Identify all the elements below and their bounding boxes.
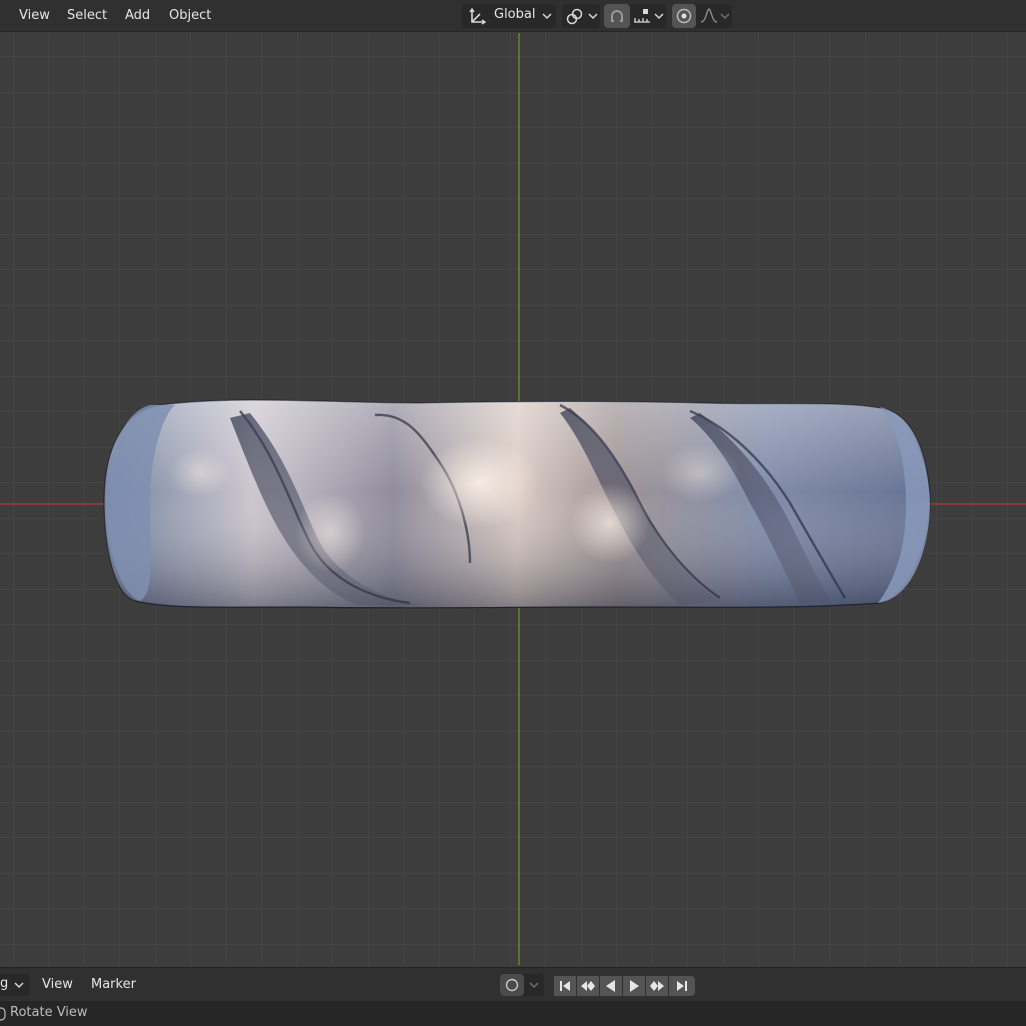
next-keyframe-icon[interactable] (646, 976, 668, 996)
menu-object[interactable]: Object (163, 5, 217, 27)
status-hint: Rotate View (10, 1005, 88, 1020)
chevron-down-icon (542, 8, 552, 24)
proportional-editing-toggle[interactable] (672, 4, 696, 28)
jump-end-icon[interactable] (669, 976, 695, 996)
chevron-down-icon (14, 977, 24, 993)
magnet-icon (608, 7, 626, 25)
status-bar: Rotate View (0, 1001, 1026, 1026)
timeline-menu-view[interactable]: View (36, 974, 79, 996)
snap-toggle[interactable] (604, 4, 630, 28)
menu-add[interactable]: Add (119, 5, 156, 27)
timeline-header: g View Marker (0, 967, 1026, 1001)
3d-viewport[interactable] (0, 33, 1026, 965)
falloff-curve-icon[interactable] (700, 7, 718, 25)
proportional-editing-icon (675, 7, 693, 25)
pivot-point-dropdown[interactable] (562, 4, 600, 28)
timeline-mode-label: g (0, 976, 9, 991)
pivot-point-icon (566, 7, 588, 25)
snap-increment-icon[interactable] (632, 7, 652, 25)
transform-orientation-dropdown[interactable]: Global (462, 4, 556, 28)
menu-view[interactable]: View (13, 5, 56, 27)
prev-keyframe-icon[interactable] (577, 976, 599, 996)
play-reverse-icon[interactable] (600, 976, 622, 996)
twisted-ring-object[interactable] (103, 399, 931, 609)
chevron-down-icon[interactable] (720, 8, 730, 24)
chevron-down-icon[interactable] (529, 977, 539, 993)
timeline-menu-marker[interactable]: Marker (85, 974, 142, 996)
jump-start-icon[interactable] (554, 976, 576, 996)
mouse-icon (0, 1007, 6, 1021)
menu-select[interactable]: Select (61, 5, 113, 27)
snapping-group (604, 4, 666, 28)
record-icon (504, 976, 520, 994)
chevron-down-icon (588, 8, 598, 24)
timeline-mode-dropdown[interactable]: g (0, 974, 30, 996)
chevron-down-icon[interactable] (654, 8, 664, 24)
viewport-header: View Select Add Object Global (0, 0, 1026, 32)
proportional-editing-group (672, 4, 732, 28)
auto-keying-toggle[interactable] (500, 974, 524, 996)
auto-keying-group (500, 974, 544, 996)
transform-orientation-icon (468, 7, 488, 25)
play-icon[interactable] (623, 976, 645, 996)
transform-orientation-label: Global (494, 7, 536, 22)
